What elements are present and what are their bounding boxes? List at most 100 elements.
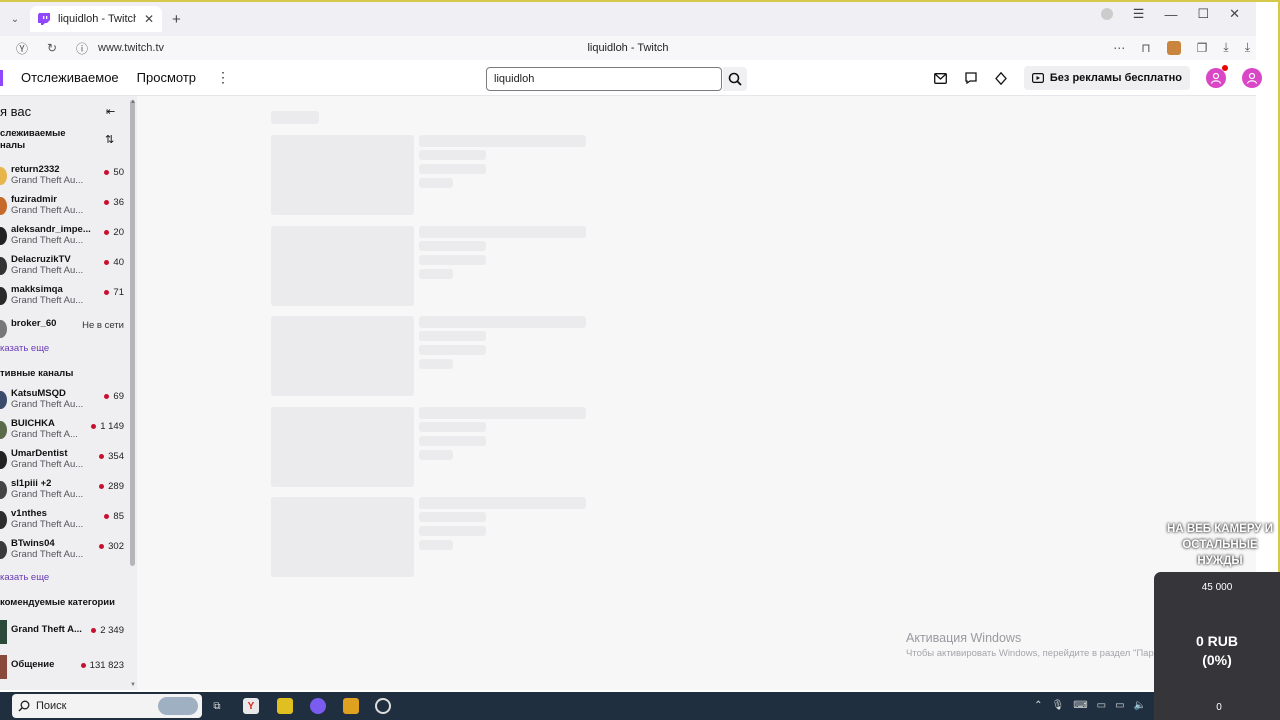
skeleton-line bbox=[419, 331, 486, 341]
task-view-icon[interactable]: ⧉ bbox=[209, 698, 225, 714]
goal-amount: 45 000 bbox=[1201, 582, 1233, 593]
skeleton-line bbox=[419, 359, 453, 369]
channel-item[interactable]: KatsuMSQD Grand Theft Au... 69 bbox=[0, 388, 124, 414]
skeleton-line bbox=[419, 435, 486, 446]
search-input[interactable] bbox=[486, 67, 722, 91]
skeleton-heading bbox=[271, 111, 319, 124]
show-more-followed-link[interactable]: казать еще bbox=[0, 343, 49, 354]
inbox-icon[interactable] bbox=[934, 71, 948, 85]
tray-expand-icon[interactable]: ⌃ bbox=[1034, 700, 1042, 711]
channel-item[interactable]: return2332 Grand Theft Au... 50 bbox=[0, 164, 124, 190]
minimize-icon[interactable]: — bbox=[1164, 7, 1177, 22]
channel-avatar bbox=[0, 451, 7, 469]
profile-icon[interactable] bbox=[1100, 8, 1113, 20]
bits-icon[interactable] bbox=[994, 71, 1008, 85]
tab-strip: ⌄ liquidloh - Twitch ✕ + ☰ — ☐ ✕ bbox=[0, 2, 1256, 36]
display-icon[interactable]: ▭ bbox=[1097, 700, 1106, 711]
channel-name: BUICHKA bbox=[11, 418, 55, 429]
channel-item[interactable]: makksimqa Grand Theft Au... 71 bbox=[0, 284, 124, 310]
url-field[interactable]: www.twitch.tv bbox=[98, 42, 164, 54]
user-avatar[interactable] bbox=[1206, 65, 1228, 88]
whispers-icon[interactable] bbox=[964, 71, 978, 85]
download-icon[interactable]: ⤓ bbox=[1223, 40, 1228, 55]
browse-link[interactable]: Просмотр bbox=[137, 70, 196, 85]
collections-icon[interactable]: ❐ bbox=[1197, 41, 1208, 55]
activation-watermark-text: Чтобы активировать Windows, перейдите в … bbox=[906, 648, 1156, 659]
channel-item[interactable]: BUICHKA Grand Theft A... 1 149 bbox=[0, 418, 124, 444]
more-options-icon[interactable]: ⋮ bbox=[216, 69, 230, 86]
viewer-count: 131 823 bbox=[80, 660, 124, 671]
channel-item[interactable]: aleksandr_impe... Grand Theft Au... 20 bbox=[0, 224, 124, 250]
channel-avatar bbox=[0, 287, 7, 305]
skeleton-line bbox=[419, 449, 453, 460]
skeleton-title bbox=[419, 406, 586, 419]
channel-game: Grand Theft Au... bbox=[11, 549, 84, 560]
keyboard-icon[interactable]: ⌨ bbox=[1073, 700, 1087, 711]
browser-tab[interactable]: liquidloh - Twitch ✕ bbox=[30, 6, 162, 32]
followed-heading-line2: налы bbox=[0, 140, 26, 151]
channel-avatar bbox=[0, 481, 7, 499]
channel-item[interactable]: UmarDentist Grand Theft Au... 354 bbox=[0, 448, 124, 474]
channel-item[interactable]: fuziradmir Grand Theft Au... 36 bbox=[0, 194, 124, 220]
system-tray: ⌃ 🎙 ⌨ ▭ ▭ 🔈 bbox=[1034, 700, 1146, 711]
sidebar-scrollbar[interactable] bbox=[130, 100, 135, 566]
maximize-icon[interactable]: ☐ bbox=[1197, 6, 1209, 22]
viewer-count-value: 40 bbox=[113, 257, 124, 268]
category-thumbnail bbox=[0, 620, 7, 644]
microphone-icon[interactable]: 🎙 bbox=[1052, 700, 1065, 711]
collapse-sidebar-icon[interactable]: ⇤ bbox=[106, 105, 115, 118]
no-ads-button[interactable]: Без рекламы бесплатно bbox=[1023, 66, 1190, 90]
network-icon[interactable]: ▭ bbox=[1115, 700, 1124, 711]
twitch-logo[interactable] bbox=[0, 69, 3, 86]
app-icon[interactable] bbox=[343, 698, 359, 714]
scroll-up-icon[interactable]: ▲ bbox=[130, 99, 136, 105]
page-title: liquidloh - Twitch bbox=[587, 42, 669, 54]
obs-icon[interactable] bbox=[375, 698, 391, 714]
category-item[interactable]: Grand Theft A... 2 349 bbox=[0, 620, 124, 646]
volume-icon[interactable]: 🔈 bbox=[1134, 700, 1146, 711]
following-link[interactable]: Отслеживаемое bbox=[21, 70, 119, 85]
bookmark-icon[interactable]: ⊓ bbox=[1141, 41, 1150, 55]
close-window-icon[interactable]: ✕ bbox=[1229, 6, 1240, 22]
channel-name: broker_60 bbox=[11, 318, 57, 329]
yandex-browser-icon[interactable]: Y bbox=[243, 698, 259, 714]
sidebar-download-icon[interactable]: ⤓ bbox=[1245, 40, 1250, 55]
active-heading: тивные каналы bbox=[0, 368, 74, 379]
viewer-count-value: 36 bbox=[113, 197, 124, 208]
discord-icon[interactable] bbox=[310, 698, 326, 714]
channel-item[interactable]: DelacruzikTV Grand Theft Au... 40 bbox=[0, 254, 124, 280]
channel-offline[interactable]: broker_60 Не в сети bbox=[0, 317, 124, 343]
tab-list-chevron-icon[interactable]: ⌄ bbox=[4, 14, 26, 25]
category-item[interactable]: Общение 131 823 bbox=[0, 655, 124, 681]
live-dot-icon bbox=[104, 394, 110, 399]
user-menu-avatar[interactable] bbox=[1242, 68, 1262, 88]
close-tab-icon[interactable]: ✕ bbox=[144, 12, 154, 26]
viewer-count: 289 bbox=[99, 481, 124, 492]
taskbar-search[interactable]: Поиск bbox=[12, 694, 202, 718]
skeleton-thumbnail bbox=[271, 406, 414, 487]
viewer-count-value: 302 bbox=[108, 541, 124, 552]
extension-icon[interactable] bbox=[1166, 40, 1181, 55]
channel-item[interactable]: v1nthes Grand Theft Au... 85 bbox=[0, 508, 124, 534]
channel-game: Grand Theft Au... bbox=[11, 519, 84, 530]
skeleton-title bbox=[419, 497, 586, 509]
yandex-icon[interactable]: Ⓨ bbox=[14, 40, 30, 57]
viewer-count-value: 20 bbox=[113, 227, 124, 238]
search-button[interactable] bbox=[723, 67, 747, 91]
scroll-down-icon[interactable]: ▼ bbox=[130, 682, 136, 688]
skeleton-line bbox=[419, 540, 453, 550]
more-icon[interactable]: ⋯ bbox=[1113, 41, 1125, 55]
live-dot-icon bbox=[91, 424, 97, 429]
show-more-active-link[interactable]: казать еще bbox=[0, 572, 49, 583]
site-info-icon[interactable]: ⓘ bbox=[74, 40, 90, 57]
file-explorer-icon[interactable] bbox=[277, 698, 293, 714]
goal-text-line2: ОСТАЛЬНЫЕ bbox=[1182, 539, 1258, 551]
channel-item[interactable]: BTwins04 Grand Theft Au... 302 bbox=[0, 538, 124, 564]
live-dot-icon bbox=[104, 230, 110, 235]
menu-icon[interactable]: ☰ bbox=[1133, 6, 1145, 22]
new-tab-icon[interactable]: + bbox=[172, 11, 181, 28]
channel-item[interactable]: sl1piii +2 Grand Theft Au... 289 bbox=[0, 478, 124, 504]
reload-icon[interactable]: ↻ bbox=[44, 41, 60, 55]
sort-icon[interactable]: ⇅ bbox=[105, 133, 114, 146]
no-ads-label: Без рекламы бесплатно bbox=[1049, 72, 1182, 84]
